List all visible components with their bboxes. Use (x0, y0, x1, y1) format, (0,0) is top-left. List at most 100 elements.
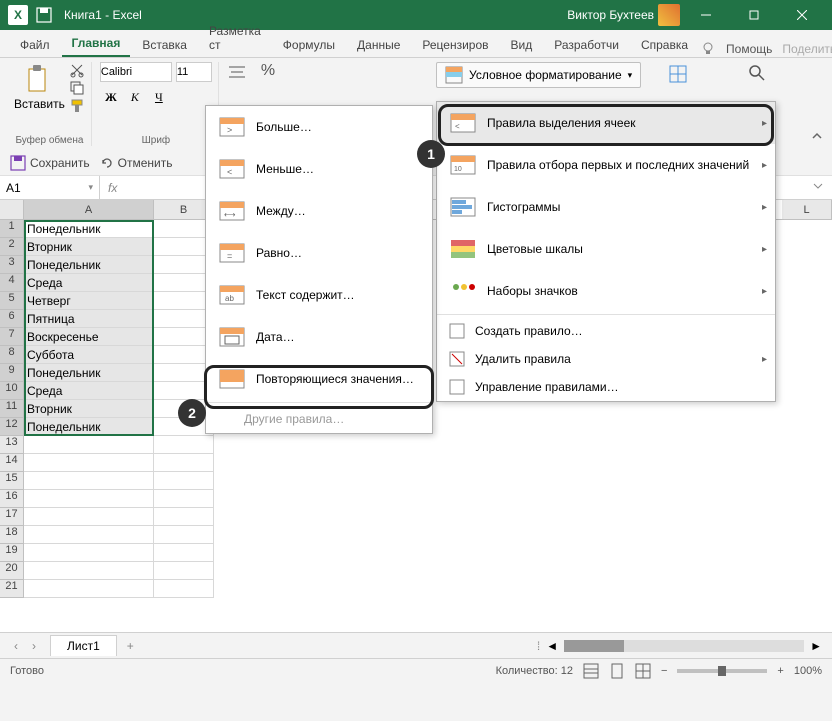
row-header[interactable]: 4 (0, 274, 24, 292)
cell[interactable]: Среда (24, 274, 154, 292)
menu-icon-sets[interactable]: Наборы значков ▸ (437, 270, 775, 312)
conditional-formatting-button[interactable]: Условное форматирование ▾ (436, 62, 641, 88)
zoom-out-button[interactable]: − (661, 665, 667, 677)
tab-data[interactable]: Данные (347, 33, 410, 57)
horizontal-scrollbar[interactable] (564, 640, 804, 652)
row-header[interactable]: 7 (0, 328, 24, 346)
row-header[interactable]: 15 (0, 472, 24, 490)
cell[interactable]: Понедельник (24, 220, 154, 238)
cell[interactable] (24, 472, 154, 490)
cell[interactable] (154, 562, 214, 580)
menu-top-bottom-rules[interactable]: 10 Правила отбора первых и последних зна… (437, 144, 775, 186)
menu-date-occurring[interactable]: Дата… (206, 316, 432, 358)
menu-data-bars[interactable]: Гистограммы ▸ (437, 186, 775, 228)
row-header[interactable]: 10 (0, 382, 24, 400)
row-header[interactable]: 21 (0, 580, 24, 598)
cell[interactable] (154, 580, 214, 598)
scroll-left-button[interactable]: ◄ (546, 639, 558, 653)
sheet-tab[interactable]: Лист1 (50, 635, 117, 656)
user-name[interactable]: Виктор Бухтеев (567, 8, 654, 22)
tab-view[interactable]: Вид (501, 33, 543, 57)
cell[interactable]: Вторник (24, 238, 154, 256)
tab-developer[interactable]: Разработчи (544, 33, 629, 57)
cell[interactable] (24, 544, 154, 562)
cell[interactable] (24, 526, 154, 544)
maximize-button[interactable] (732, 0, 776, 30)
menu-greater-than[interactable]: > Больше… (206, 106, 432, 148)
add-sheet-button[interactable]: + (117, 639, 144, 653)
tell-me-button[interactable]: Помощь (726, 42, 772, 56)
view-break-icon[interactable] (635, 663, 651, 679)
zoom-level[interactable]: 100% (794, 665, 822, 677)
minimize-button[interactable] (684, 0, 728, 30)
view-page-icon[interactable] (609, 663, 625, 679)
row-header[interactable]: 14 (0, 454, 24, 472)
tab-home[interactable]: Главная (62, 31, 131, 57)
scroll-right-button[interactable]: ► (810, 639, 822, 653)
search-icon[interactable] (748, 64, 766, 82)
menu-highlight-rules[interactable]: < Правила выделения ячеек ▸ (437, 102, 775, 144)
menu-new-rule[interactable]: Создать правило… (437, 317, 775, 345)
underline-button[interactable]: Ч (148, 86, 170, 108)
tab-layout[interactable]: Разметка ст (199, 19, 271, 57)
name-box[interactable]: A1 ▾ (0, 176, 100, 199)
fx-icon[interactable]: fx (100, 181, 125, 195)
row-header[interactable]: 8 (0, 346, 24, 364)
menu-equal-to[interactable]: = Равно… (206, 232, 432, 274)
menu-duplicate-values[interactable]: Повторяющиеся значения… (206, 358, 432, 400)
tab-formulas[interactable]: Формулы (273, 33, 345, 57)
cell[interactable] (154, 526, 214, 544)
row-header[interactable]: 11 (0, 400, 24, 418)
row-header[interactable]: 13 (0, 436, 24, 454)
menu-text-contains[interactable]: ab Текст содержит… (206, 274, 432, 316)
cell[interactable]: Воскресенье (24, 328, 154, 346)
cell[interactable] (24, 508, 154, 526)
collapse-ribbon-button[interactable] (810, 129, 824, 146)
zoom-slider[interactable] (677, 669, 767, 673)
row-header[interactable]: 5 (0, 292, 24, 310)
cell[interactable] (154, 436, 214, 454)
cell[interactable]: Среда (24, 382, 154, 400)
font-select[interactable] (100, 62, 172, 82)
close-button[interactable] (780, 0, 824, 30)
italic-button[interactable]: К (124, 86, 146, 108)
menu-manage-rules[interactable]: Управление правилами… (437, 373, 775, 401)
tab-help[interactable]: Справка (631, 33, 698, 57)
menu-color-scales[interactable]: Цветовые шкалы ▸ (437, 228, 775, 270)
row-header[interactable]: 2 (0, 238, 24, 256)
row-header[interactable]: 18 (0, 526, 24, 544)
cell[interactable]: Понедельник (24, 256, 154, 274)
menu-between[interactable]: ⟷ Между… (206, 190, 432, 232)
row-header[interactable]: 17 (0, 508, 24, 526)
sheet-next-button[interactable]: › (26, 639, 42, 653)
row-header[interactable]: 12 (0, 418, 24, 436)
tab-file[interactable]: Файл (10, 33, 60, 57)
view-normal-icon[interactable] (583, 663, 599, 679)
paste-button[interactable]: Вставить (14, 65, 65, 111)
tab-review[interactable]: Рецензиров (412, 33, 498, 57)
cell[interactable]: Вторник (24, 400, 154, 418)
cell[interactable] (24, 454, 154, 472)
cell[interactable] (24, 580, 154, 598)
row-header[interactable]: 19 (0, 544, 24, 562)
bold-button[interactable]: Ж (100, 86, 122, 108)
autosave-icon[interactable] (36, 7, 52, 23)
undo-button[interactable]: Отменить (98, 155, 173, 171)
row-header[interactable]: 16 (0, 490, 24, 508)
align-icon[interactable] (227, 62, 247, 82)
cell[interactable]: Суббота (24, 346, 154, 364)
cell[interactable] (154, 544, 214, 562)
font-size-select[interactable] (176, 62, 212, 82)
column-header[interactable]: L (782, 200, 832, 219)
column-header[interactable]: A (24, 200, 154, 219)
cut-icon[interactable] (69, 62, 85, 78)
cell[interactable]: Понедельник (24, 418, 154, 436)
zoom-in-button[interactable]: + (777, 665, 783, 677)
row-header[interactable]: 6 (0, 310, 24, 328)
sheet-prev-button[interactable]: ‹ (8, 639, 24, 653)
cell[interactable] (154, 454, 214, 472)
menu-more-rules[interactable]: Другие правила… (206, 405, 432, 433)
save-button[interactable]: Сохранить (10, 155, 90, 171)
row-header[interactable]: 9 (0, 364, 24, 382)
cell[interactable] (154, 472, 214, 490)
